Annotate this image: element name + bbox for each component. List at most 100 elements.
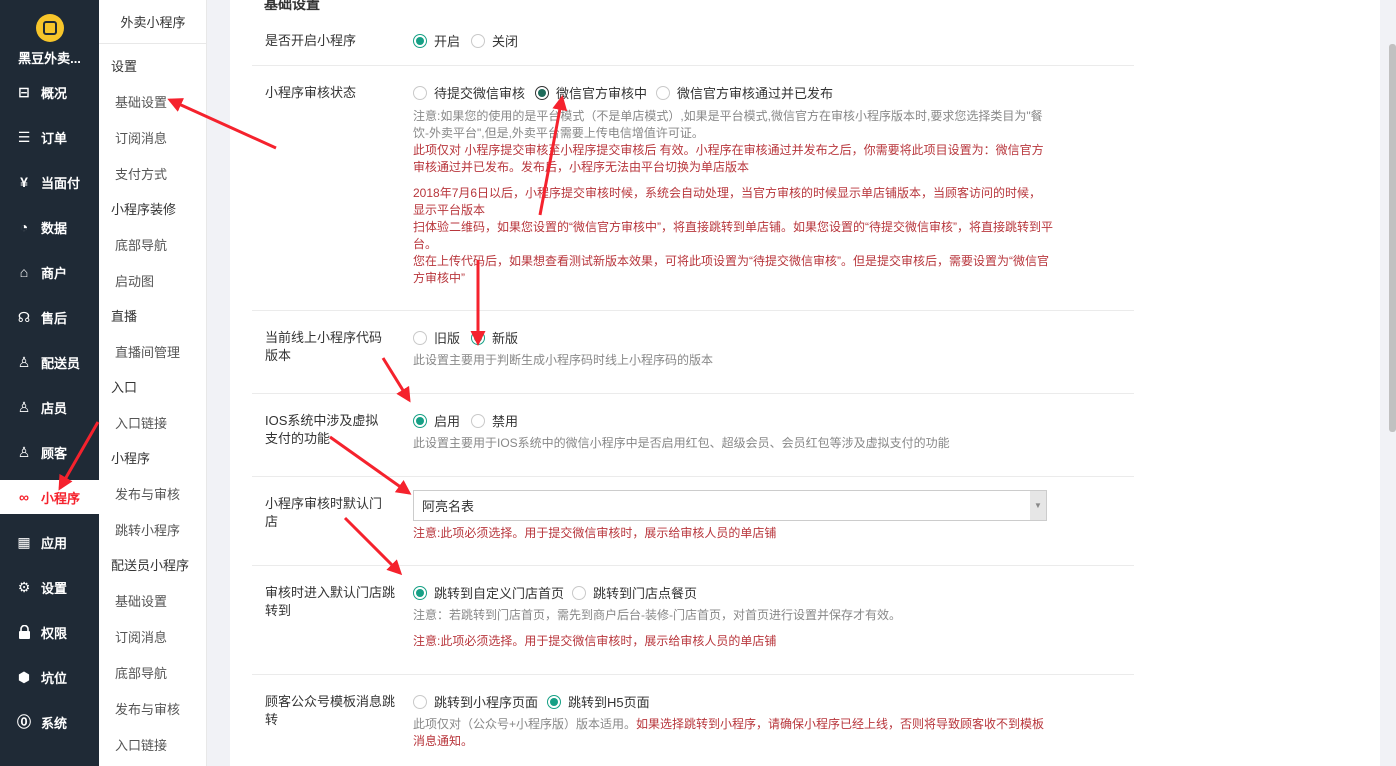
radio-dot [471, 33, 485, 48]
nav-item-settings[interactable]: ⚙ 设置 [0, 570, 99, 604]
radio-label: 跳转到门店点餐页 [593, 586, 698, 601]
nav-item-overview[interactable]: ⊟ 概况 [0, 75, 99, 109]
overview-icon: ⊟ [18, 83, 30, 100]
template-h5-radio[interactable]: 跳转到H5页面 [547, 692, 650, 711]
jump-custom-home-radio[interactable]: 跳转到自定义门店首页 [413, 583, 564, 602]
radio-label: 跳转到自定义门店首页 [434, 586, 565, 601]
subnav-item-live-rooms[interactable]: 直播间管理 [115, 342, 180, 361]
radio-dot [471, 413, 485, 428]
main-sidebar: 黑豆外卖... ⊟ 概况 ☰ 订单 ¥ 当面付 ◔ 数据 ⌂ 商户 ☊ 售后 ♙ 配送员 ♙ 店… [0, 0, 99, 766]
review-note-red-2: 2018年7月6日以后，小程序提交审核时候，系统会自动处理，当官方审核的时候显示… [413, 186, 1042, 217]
subnav-group: 小程序装修 [111, 202, 177, 217]
divider [252, 310, 1134, 311]
divider [252, 476, 1134, 477]
nav-item-after-sales[interactable]: ☊ 售后 [0, 300, 99, 334]
default-store-label: 小程序审核时默认门店 [265, 496, 383, 529]
subnav-item-courier-publish[interactable]: 发布与审核 [115, 699, 180, 718]
nav-label: 设置 [41, 580, 68, 596]
review-in-progress-radio[interactable]: 微信官方审核中 [535, 83, 647, 102]
radio-label: 待提交微信审核 [434, 86, 526, 101]
subnav-item-courier-subscription[interactable]: 订阅消息 [115, 627, 167, 646]
section-title: 基础设置 [264, 0, 320, 12]
review-note-red-1: 此项仅对 小程序提交审核至小程序提交审核后 有效。小程序在审核通过并发布之后，你… [413, 143, 1044, 174]
subnav-item-payment[interactable]: 支付方式 [115, 164, 167, 183]
default-store-note: 注意:此项必须选择。用于提交微信审核时，展示给审核人员的单店铺 [413, 526, 777, 540]
nav-item-orders[interactable]: ☰ 订单 [0, 120, 99, 154]
nav-item-courier[interactable]: ♙ 配送员 [0, 345, 99, 379]
template-msg-note-gray: 此项仅对（公众号+小程序版）版本适用。 [413, 717, 637, 731]
review-note-gray: 注意:如果您的使用的是平台模式（不是单店模式）,如果是平台模式,微信官方在审核小… [413, 109, 1043, 140]
nav-label: 订单 [41, 130, 68, 146]
radio-dot [413, 585, 427, 600]
subnav-item-subscription[interactable]: 订阅消息 [115, 128, 167, 147]
nav-item-system[interactable]: ⓪ 系统 [0, 705, 99, 739]
ios-enable-radio[interactable]: 启用 [413, 411, 460, 430]
divider [252, 674, 1134, 675]
enable-on-radio[interactable]: 开启 [413, 31, 460, 50]
cube-icon: ⬢ [17, 668, 31, 685]
default-store-select[interactable]: 阿亮名表 ▼ [413, 490, 1047, 521]
nav-item-slots[interactable]: ⬢ 坑位 [0, 660, 99, 694]
radio-label: 微信官方审核通过并已发布 [677, 86, 834, 101]
subnav-item-courier-entry[interactable]: 入口链接 [115, 735, 167, 754]
brand-logo-icon [36, 14, 64, 42]
radio-dot [413, 33, 427, 48]
enable-off-radio[interactable]: 关闭 [471, 31, 518, 50]
radio-label: 旧版 [434, 331, 461, 346]
radio-dot [547, 694, 561, 709]
chart-icon: ◔ [19, 219, 29, 235]
yen-icon: ¥ [20, 174, 28, 190]
nav-item-miniprogram[interactable]: ∞ 小程序 [0, 480, 99, 514]
main-content: 基础设置 是否开启小程序 开启 关闭 小程序审核状态 待提交微信审核 微信官方审… [230, 0, 1380, 766]
divider [252, 565, 1134, 566]
subnav-group: 设置 [111, 59, 138, 74]
jump-order-page-radio[interactable]: 跳转到门店点餐页 [572, 583, 697, 602]
subnav-group: 配送员小程序 [111, 558, 190, 573]
divider [252, 65, 1134, 66]
radio-label: 跳转到小程序页面 [434, 695, 539, 710]
review-jump-note-red: 注意:此项必须选择。用于提交微信审核时，展示给审核人员的单店铺 [413, 634, 777, 648]
subnav-item-entry-links[interactable]: 入口链接 [115, 413, 167, 432]
template-miniprogram-radio[interactable]: 跳转到小程序页面 [413, 692, 538, 711]
subnav-item-bottom-nav[interactable]: 底部导航 [115, 235, 167, 254]
nav-item-clerk[interactable]: ♙ 店员 [0, 390, 99, 424]
subnav-item-basic-settings[interactable]: 基础设置 [115, 92, 167, 111]
subnav-group: 直播 [111, 309, 138, 324]
subnav-group: 小程序 [111, 451, 151, 466]
sub-navigation: 外卖小程序 设置 基础设置 订阅消息 支付方式 小程序装修 底部导航 启动图 直… [99, 0, 207, 766]
gear-icon: ⚙ [17, 578, 31, 595]
code-new-radio[interactable]: 新版 [471, 328, 518, 347]
radio-label: 跳转到H5页面 [568, 695, 650, 710]
nav-item-face-pay[interactable]: ¥ 当面付 [0, 165, 99, 199]
nav-item-merchant[interactable]: ⌂ 商户 [0, 255, 99, 289]
nav-label: 应用 [41, 535, 68, 551]
radio-dot [471, 330, 485, 345]
nav-label: 配送员 [41, 355, 81, 371]
order-icon: ☰ [17, 128, 31, 145]
subnav-group: 入口 [111, 380, 138, 395]
template-msg-label: 顾客公众号模板消息跳转 [265, 694, 396, 727]
review-pending-radio[interactable]: 待提交微信审核 [413, 83, 525, 102]
review-note-red-3: 扫体验二维码，如果您设置的“微信官方审核中”，将直接跳转到单店铺。如果您设置的“… [413, 220, 1053, 251]
subnav-item-splash[interactable]: 启动图 [115, 271, 154, 290]
vertical-scrollbar[interactable] [1389, 44, 1396, 432]
subnav-item-courier-basic[interactable]: 基础设置 [115, 591, 167, 610]
subnav-item-courier-bottom-nav[interactable]: 底部导航 [115, 663, 167, 682]
radio-label: 启用 [434, 414, 461, 429]
radio-dot [656, 85, 670, 100]
radio-dot [413, 694, 427, 709]
code-version-label: 当前线上小程序代码版本 [265, 330, 383, 363]
ios-disable-radio[interactable]: 禁用 [471, 411, 518, 430]
subnav-item-jump-miniprogram[interactable]: 跳转小程序 [115, 520, 180, 539]
nav-item-apps[interactable]: ▦ 应用 [0, 525, 99, 559]
subnav-item-publish-review[interactable]: 发布与审核 [115, 484, 180, 503]
nav-item-data[interactable]: ◔ 数据 [0, 210, 99, 244]
nav-label: 店员 [41, 400, 68, 416]
radio-dot [413, 330, 427, 345]
radio-label: 新版 [492, 331, 519, 346]
nav-item-permissions[interactable]: 权限 [0, 615, 99, 649]
radio-dot [572, 585, 586, 600]
code-old-radio[interactable]: 旧版 [413, 328, 460, 347]
review-published-radio[interactable]: 微信官方审核通过并已发布 [656, 83, 833, 102]
nav-item-customer[interactable]: ♙ 顾客 [0, 435, 99, 469]
